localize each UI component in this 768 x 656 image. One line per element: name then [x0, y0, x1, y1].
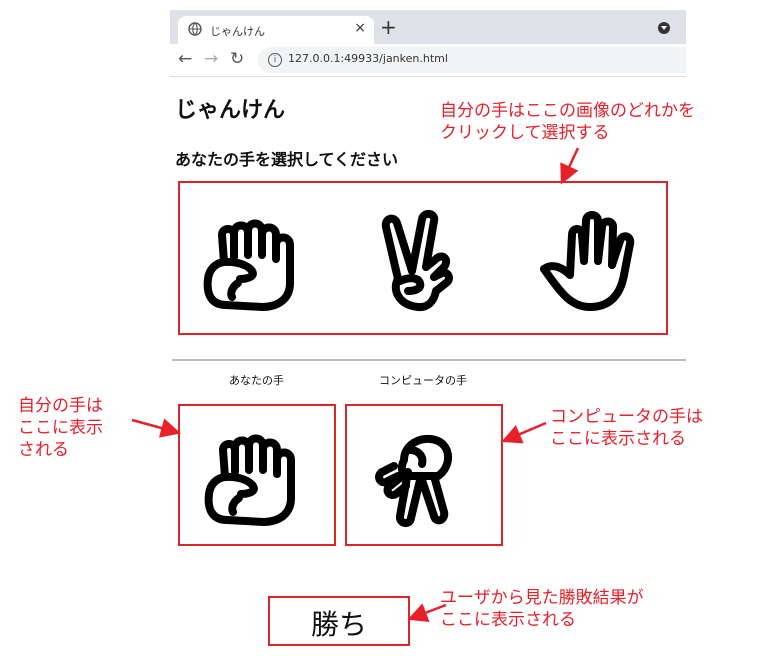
arrow-to-player-hand — [131, 418, 181, 438]
arrow-to-choices — [560, 147, 580, 185]
annotation-arrows — [131, 147, 580, 622]
arrow-to-computer-hand — [501, 421, 547, 444]
arrow-to-result — [407, 603, 447, 622]
